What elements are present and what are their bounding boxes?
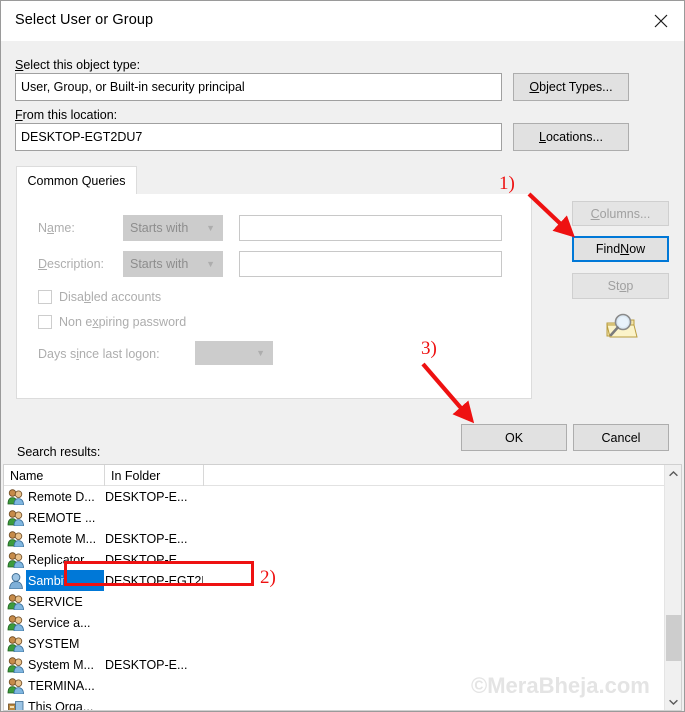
annotation-label-3: 3) [421, 338, 437, 359]
chevron-up-icon[interactable] [665, 465, 681, 482]
column-header-in-folder[interactable]: In Folder [105, 465, 204, 486]
common-queries-panel: Name: Starts with ▼ Description: Starts … [16, 194, 532, 399]
name-input[interactable] [239, 215, 502, 241]
chevron-down-icon: ▼ [206, 223, 215, 233]
disabled-accounts-checkbox[interactable] [38, 290, 52, 304]
group-icon [7, 530, 25, 548]
from-location-field[interactable]: DESKTOP-EGT2DU7 [15, 123, 502, 151]
group-icon [7, 551, 25, 569]
table-row[interactable]: SYSTEM [4, 633, 664, 654]
object-type-label: Select this object type: [15, 58, 141, 72]
chevron-down-icon: ▼ [206, 259, 215, 269]
locations-button[interactable]: Locations... [513, 123, 629, 151]
table-row[interactable]: System M... DESKTOP-E... [4, 654, 664, 675]
columns-button[interactable]: Columns... [572, 201, 669, 226]
group-icon [7, 656, 25, 674]
row-in-folder [105, 507, 203, 528]
title-bar: Select User or Group [1, 1, 684, 41]
table-row[interactable]: REMOTE ... [4, 507, 664, 528]
row-name: REMOTE ... [28, 510, 96, 525]
row-name: This Orga... [28, 699, 94, 711]
org-icon [7, 698, 25, 710]
row-in-folder: DESKTOP-E... [105, 531, 188, 546]
group-icon [7, 635, 25, 653]
table-row[interactable]: Remote M... DESKTOP-E... [4, 528, 664, 549]
days-since-logon-label: Days since last logon: [38, 347, 160, 361]
user-icon [7, 572, 25, 590]
window-title: Select User or Group [15, 12, 154, 28]
select-user-or-group-dialog: Select User or Group Select this object … [0, 0, 685, 712]
row-name: Remote D... [28, 489, 95, 504]
tab-strip-filler [137, 174, 532, 195]
description-condition-select[interactable]: Starts with ▼ [123, 251, 223, 277]
scrollbar-thumb[interactable] [666, 615, 681, 661]
close-icon[interactable] [638, 1, 684, 40]
cancel-button[interactable]: Cancel [573, 424, 669, 451]
chevron-down-icon: ▼ [256, 348, 265, 358]
row-in-folder: DESKTOP-E... [105, 657, 188, 672]
group-icon [7, 614, 25, 632]
description-input[interactable] [239, 251, 502, 277]
row-name: Remote M... [28, 531, 97, 546]
table-row[interactable]: SERVICE [4, 591, 664, 612]
row-in-folder [105, 633, 203, 654]
object-type-field[interactable]: User, Group, or Built-in security princi… [15, 73, 502, 101]
row-name: System M... [28, 657, 94, 672]
row-in-folder [105, 696, 203, 710]
object-types-button[interactable]: Object Types... [513, 73, 629, 101]
magnifier-folder-icon [603, 312, 639, 345]
non-expiring-password-checkbox-row[interactable]: Non expiring password [38, 315, 186, 329]
stop-button[interactable]: St o p [572, 273, 669, 299]
row-name: Service a... [28, 615, 91, 630]
column-header-name[interactable]: Name [4, 465, 105, 486]
chevron-down-icon[interactable] [665, 693, 681, 710]
description-label: Description: [38, 257, 105, 271]
row-name: SERVICE [28, 594, 83, 609]
row-in-folder [105, 591, 203, 612]
from-location-label: From this location: [15, 108, 118, 122]
row-in-folder [105, 675, 203, 696]
group-icon [7, 509, 25, 527]
row-name: SYSTEM [28, 636, 80, 651]
row-in-folder: DESKTOP-E... [105, 489, 188, 504]
days-since-logon-select[interactable]: ▼ [195, 341, 273, 365]
list-vertical-scrollbar[interactable] [664, 465, 681, 710]
search-results-label: Search results: [17, 445, 101, 459]
list-column-headers: Name In Folder [4, 465, 664, 486]
annotation-label-2: 2) [260, 567, 276, 588]
group-icon [7, 593, 25, 611]
row-in-folder [105, 612, 203, 633]
table-row[interactable]: Service a... [4, 612, 664, 633]
name-label: Name: [38, 221, 75, 235]
ok-button[interactable]: OK [461, 424, 567, 451]
find-now-button[interactable]: Find Now [572, 236, 669, 262]
non-expiring-password-label: Non expiring password [59, 315, 187, 329]
annotation-highlight-sambit [64, 561, 254, 586]
disabled-accounts-label: Disabled accounts [59, 290, 162, 304]
group-icon [7, 677, 25, 695]
disabled-accounts-checkbox-row[interactable]: Disabled accounts [38, 290, 161, 304]
group-icon [7, 488, 25, 506]
watermark: ©MeraBheja.com [471, 673, 650, 698]
dialog-body: Select this object type: User, Group, or… [1, 41, 684, 711]
non-expiring-password-checkbox[interactable] [38, 315, 52, 329]
name-condition-select[interactable]: Starts with ▼ [123, 215, 223, 241]
row-name: TERMINA... [28, 678, 95, 693]
tab-common-queries[interactable]: Common Queries [16, 166, 137, 195]
annotation-label-1: 1) [499, 173, 515, 194]
table-row[interactable]: Remote D... DESKTOP-E... [4, 486, 664, 507]
